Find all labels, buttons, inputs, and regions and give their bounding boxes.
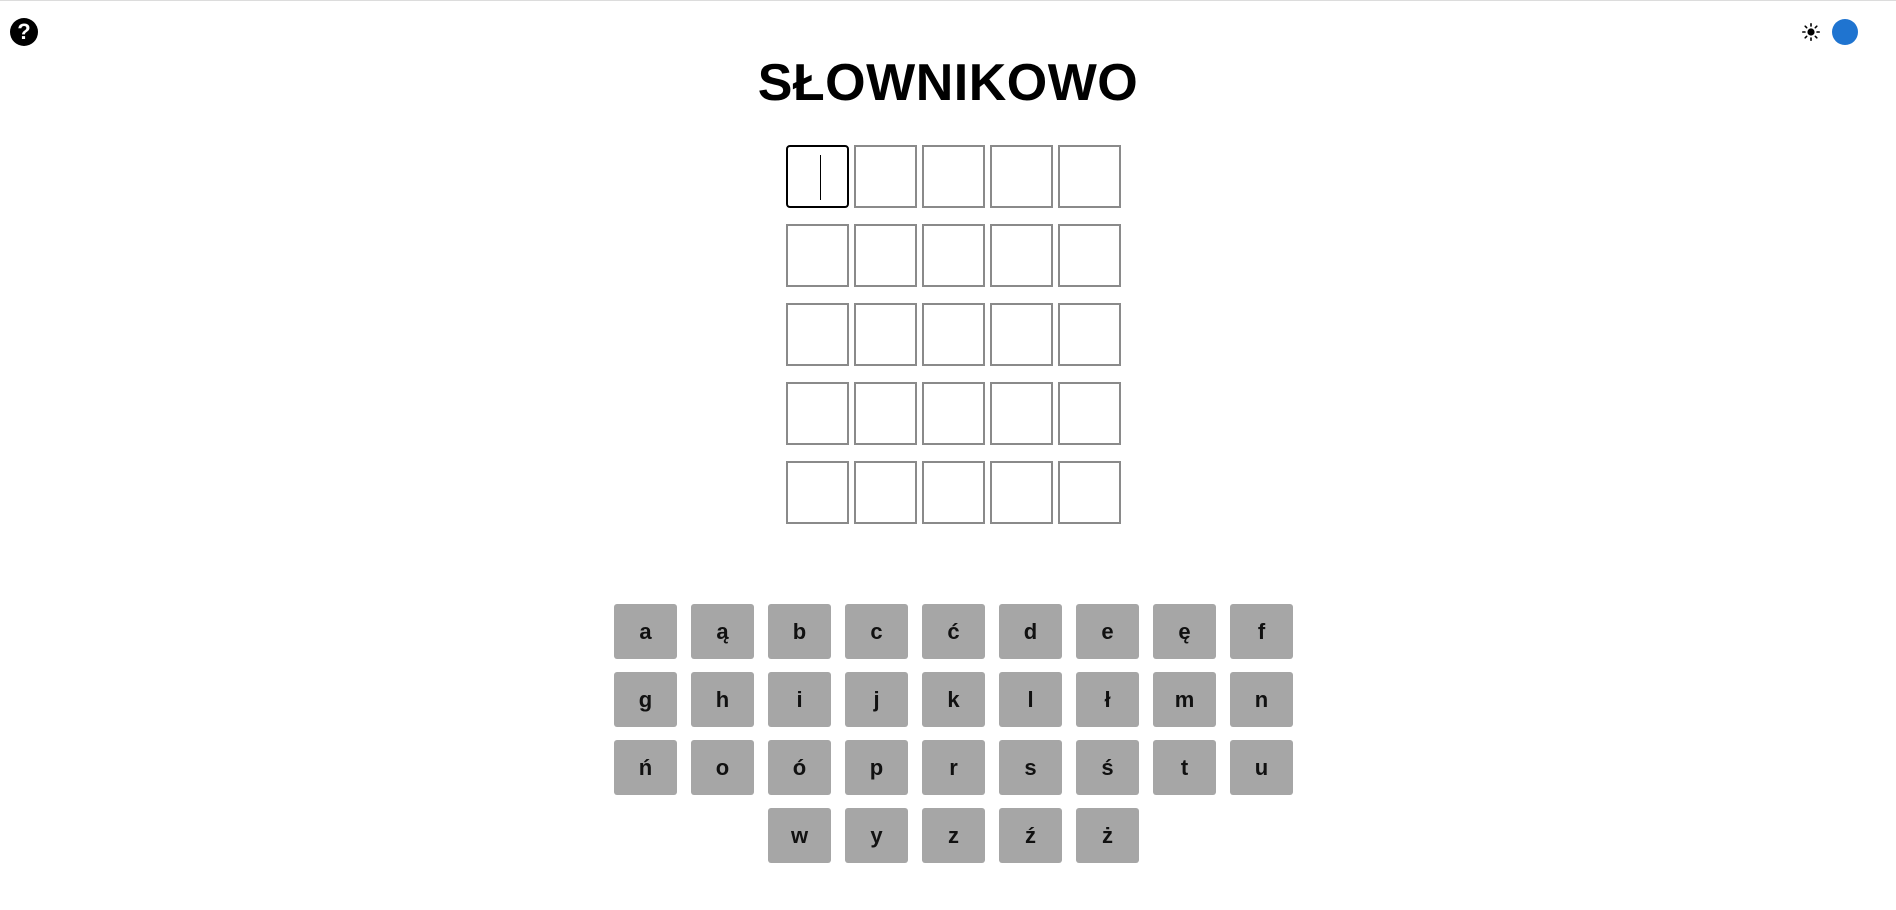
letter-tile[interactable] bbox=[854, 145, 917, 208]
letter-tile[interactable] bbox=[854, 461, 917, 524]
key-ó[interactable]: ó bbox=[768, 740, 831, 795]
key-w[interactable]: w bbox=[768, 808, 831, 863]
key-s[interactable]: s bbox=[999, 740, 1062, 795]
key-p[interactable]: p bbox=[845, 740, 908, 795]
letter-tile[interactable] bbox=[854, 224, 917, 287]
board-row bbox=[786, 461, 1122, 524]
key-ś[interactable]: ś bbox=[1076, 740, 1139, 795]
letter-tile[interactable] bbox=[786, 382, 849, 445]
key-z[interactable]: z bbox=[922, 808, 985, 863]
letter-tile[interactable] bbox=[990, 461, 1053, 524]
key-ą[interactable]: ą bbox=[691, 604, 754, 659]
key-ź[interactable]: ź bbox=[999, 808, 1062, 863]
letter-tile[interactable] bbox=[786, 461, 849, 524]
letter-tile[interactable] bbox=[786, 303, 849, 366]
key-ł[interactable]: ł bbox=[1076, 672, 1139, 727]
letter-tile[interactable] bbox=[1058, 303, 1121, 366]
key-r[interactable]: r bbox=[922, 740, 985, 795]
key-a[interactable]: a bbox=[614, 604, 677, 659]
theme-switch-knob bbox=[1832, 19, 1858, 45]
text-caret bbox=[820, 155, 821, 200]
letter-tile[interactable] bbox=[854, 303, 917, 366]
letter-tile[interactable] bbox=[1058, 382, 1121, 445]
key-o[interactable]: o bbox=[691, 740, 754, 795]
key-u[interactable]: u bbox=[1230, 740, 1293, 795]
key-d[interactable]: d bbox=[999, 604, 1062, 659]
key-t[interactable]: t bbox=[1153, 740, 1216, 795]
key-h[interactable]: h bbox=[691, 672, 754, 727]
letter-tile[interactable] bbox=[990, 145, 1053, 208]
key-l[interactable]: l bbox=[999, 672, 1062, 727]
letter-tile[interactable] bbox=[990, 382, 1053, 445]
key-ę[interactable]: ę bbox=[1153, 604, 1216, 659]
letter-tile[interactable] bbox=[854, 382, 917, 445]
key-b[interactable]: b bbox=[768, 604, 831, 659]
help-button[interactable]: ? bbox=[10, 18, 38, 46]
theme-toggle[interactable] bbox=[1800, 17, 1896, 47]
letter-tile[interactable] bbox=[922, 145, 985, 208]
key-ż[interactable]: ż bbox=[1076, 808, 1139, 863]
keyboard-row: ńoóprsśtu bbox=[614, 740, 1294, 795]
letter-tile[interactable] bbox=[1058, 145, 1121, 208]
key-ć[interactable]: ć bbox=[922, 604, 985, 659]
letter-tile[interactable] bbox=[786, 145, 849, 208]
moon-icon bbox=[1874, 21, 1896, 43]
letter-tile[interactable] bbox=[990, 303, 1053, 366]
keyboard-row: wyzźż bbox=[614, 808, 1294, 863]
letter-tile[interactable] bbox=[1058, 224, 1121, 287]
game-page: ? SŁOWNIKOWO a ą b c ć d e ę f g h i j k… bbox=[0, 0, 1896, 910]
board-row bbox=[786, 145, 1122, 208]
key-j[interactable]: j bbox=[845, 672, 908, 727]
board-row bbox=[786, 382, 1122, 445]
key-k[interactable]: k bbox=[922, 672, 985, 727]
letter-tile[interactable] bbox=[1058, 461, 1121, 524]
guess-board bbox=[786, 145, 1122, 540]
key-m[interactable]: m bbox=[1153, 672, 1216, 727]
letter-tile[interactable] bbox=[990, 224, 1053, 287]
board-row bbox=[786, 303, 1122, 366]
key-i[interactable]: i bbox=[768, 672, 831, 727]
keyboard-row: aąbcćdeęf bbox=[614, 604, 1294, 659]
key-g[interactable]: g bbox=[614, 672, 677, 727]
letter-tile[interactable] bbox=[922, 303, 985, 366]
theme-switch[interactable] bbox=[1828, 19, 1862, 45]
letter-tile[interactable] bbox=[922, 224, 985, 287]
key-f[interactable]: f bbox=[1230, 604, 1293, 659]
on-screen-keyboard: aąbcćdeęf ghijklłmn ńoóprsśtu wyzźż bbox=[614, 604, 1294, 876]
board-row bbox=[786, 224, 1122, 287]
key-y[interactable]: y bbox=[845, 808, 908, 863]
letter-tile[interactable] bbox=[922, 461, 985, 524]
keyboard-row: ghijklłmn bbox=[614, 672, 1294, 727]
key-e[interactable]: e bbox=[1076, 604, 1139, 659]
key-c[interactable]: c bbox=[845, 604, 908, 659]
game-title: SŁOWNIKOWO bbox=[757, 54, 1139, 112]
key-n[interactable]: n bbox=[1230, 672, 1293, 727]
letter-tile[interactable] bbox=[786, 224, 849, 287]
letter-tile[interactable] bbox=[922, 382, 985, 445]
key-ń[interactable]: ń bbox=[614, 740, 677, 795]
sun-icon bbox=[1800, 21, 1822, 43]
question-mark-icon: ? bbox=[17, 19, 31, 44]
